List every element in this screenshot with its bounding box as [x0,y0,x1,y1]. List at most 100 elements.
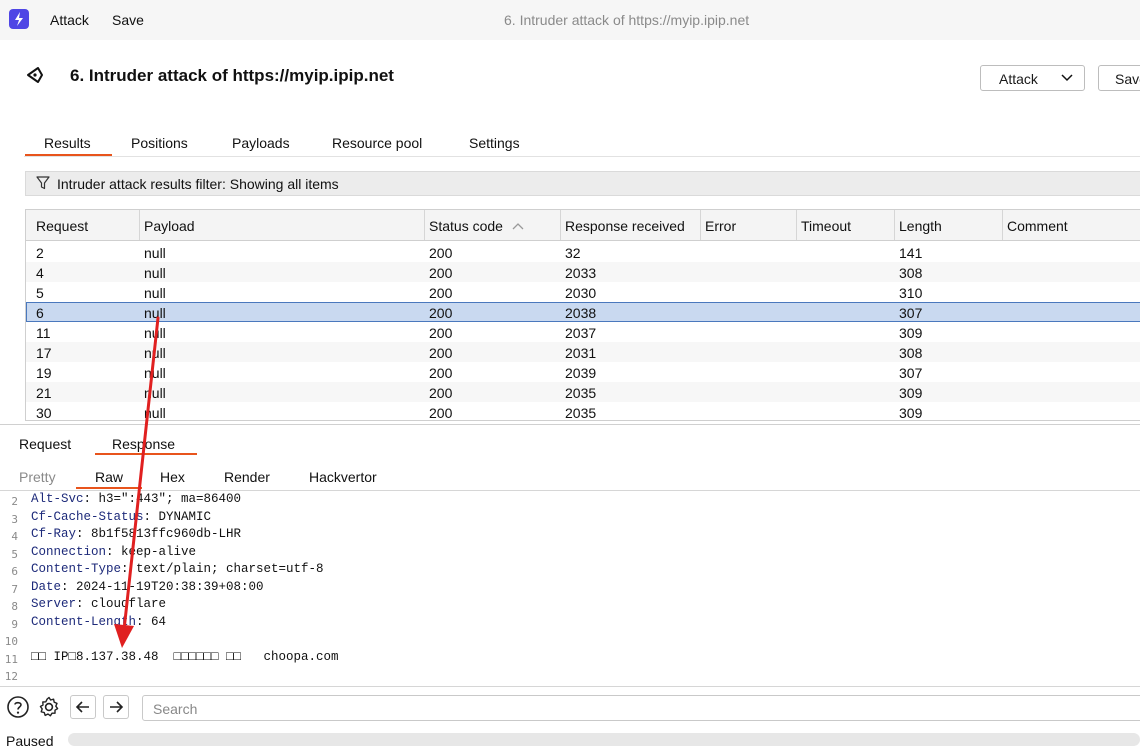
active-view-tab-indicator [76,487,142,489]
response-body-line: □□ IP□8.137.38.48 □□□□□□ □□ choopa.com [31,650,339,664]
pane-split-divider[interactable] [0,424,1140,425]
header-value: DYNAMIC [151,510,212,524]
menu-attack[interactable]: Attack [50,12,89,28]
cell-request: 21 [36,385,52,401]
tab-hackvertor[interactable]: Hackvertor [309,469,377,485]
column-request[interactable]: Request [36,218,88,234]
column-separator[interactable] [560,210,561,240]
tab-payloads[interactable]: Payloads [232,135,290,151]
table-row[interactable]: 21 null 200 2035 309 [26,382,1140,402]
line-number: 4 [11,530,18,543]
line-number: 11 [4,653,18,666]
cell-payload: null [144,405,166,421]
gear-icon[interactable] [37,695,61,719]
tab-positions[interactable]: Positions [131,135,188,151]
column-error[interactable]: Error [705,218,736,234]
line-number: 9 [11,618,18,631]
table-row[interactable]: 4 null 200 2033 308 [26,262,1140,282]
arrow-right-icon [110,701,124,713]
cell-response-received: 2031 [565,345,597,361]
results-table: Request Payload Status code Response rec… [25,209,1140,421]
column-separator[interactable] [796,210,797,240]
header-name: Cf-Ray [31,527,77,541]
column-response-received[interactable]: Response received [565,218,685,234]
column-payload[interactable]: Payload [144,218,195,234]
filter-text: Intruder attack results filter: Showing … [57,176,339,192]
table-row[interactable]: 30 null 200 2035 309 [26,402,1140,421]
raw-line: Content-Length: 64 [31,615,167,629]
cell-response-received: 2037 [565,325,597,341]
column-separator[interactable] [1002,210,1003,240]
column-separator[interactable] [700,210,701,240]
arrow-left-icon [75,701,89,713]
raw-response-editor[interactable]: 2 Alt-Svc: h3=":443"; ma=86400 3 Cf-Cach… [0,491,1140,685]
cell-status-code: 200 [429,405,453,421]
cell-status-code: 200 [429,265,453,281]
cell-payload: null [144,305,166,321]
cell-status-code: 200 [429,325,453,341]
cell-payload: null [144,365,166,381]
column-length[interactable]: Length [899,218,942,234]
tab-settings[interactable]: Settings [469,135,520,151]
menu-save[interactable]: Save [112,12,144,28]
header-name: Content-Length [31,615,137,629]
column-comment[interactable]: Comment [1007,218,1068,234]
header-value: 64 [143,615,167,629]
header-name: Cf-Cache-Status [31,510,144,524]
cell-response-received: 2030 [565,285,597,301]
burp-logo-icon [9,9,29,29]
raw-line: Alt-Svc: h3=":443"; ma=86400 [31,492,242,506]
tab-pretty[interactable]: Pretty [19,469,56,485]
tab-render[interactable]: Render [224,469,270,485]
help-icon[interactable] [6,695,30,719]
column-separator[interactable] [139,210,140,240]
header-value: h3=":443"; ma=86400 [91,492,242,506]
cell-request: 5 [36,285,44,301]
window-title: 6. Intruder attack of https://myip.ipip.… [504,12,750,28]
sort-ascending-icon [512,223,524,230]
tab-raw[interactable]: Raw [95,469,123,485]
search-input[interactable] [151,697,1135,721]
header-name: Date [31,580,62,594]
header-value: keep-alive [113,545,197,559]
cell-request: 11 [36,325,51,341]
table-row[interactable]: 17 null 200 2031 308 [26,342,1140,362]
table-row[interactable]: 5 null 200 2030 310 [26,282,1140,302]
table-row[interactable]: 19 null 200 2039 307 [26,362,1140,382]
tabs-divider [24,156,1140,157]
table-row[interactable]: 11 null 200 2037 309 [26,322,1140,342]
cell-payload: null [144,385,166,401]
tab-resource-pool[interactable]: Resource pool [332,135,422,151]
raw-line: Content-Type: text/plain; charset=utf-8 [31,562,324,576]
chevron-down-icon [1061,74,1073,82]
tab-hex[interactable]: Hex [160,469,185,485]
active-pane-tab-indicator [95,453,197,455]
column-separator[interactable] [894,210,895,240]
back-button[interactable] [70,695,96,719]
search-box[interactable] [142,695,1140,721]
cell-length: 307 [899,365,923,381]
cell-response-received: 32 [565,245,581,261]
cell-request: 19 [36,365,52,381]
table-row-selected[interactable]: 6 null 200 2038 307 [26,302,1140,322]
tab-response[interactable]: Response [112,436,175,452]
tab-request[interactable]: Request [19,436,71,452]
line-number: 8 [11,600,18,613]
table-row[interactable]: 2 null 200 32 141 [26,242,1140,262]
cell-length: 307 [899,305,923,321]
cell-length: 309 [899,385,923,401]
cell-request: 30 [36,405,52,421]
column-separator[interactable] [424,210,425,240]
tab-results[interactable]: Results [44,135,91,151]
attack-button[interactable]: Attack [980,65,1085,91]
filter-icon [36,176,50,190]
save-button[interactable]: Save [1098,65,1140,91]
column-status-code[interactable]: Status code [429,218,503,234]
table-header: Request Payload Status code Response rec… [26,210,1140,241]
forward-button[interactable] [103,695,129,719]
column-timeout[interactable]: Timeout [801,218,851,234]
line-number: 12 [4,670,18,683]
cell-length: 309 [899,405,923,421]
cell-response-received: 2035 [565,405,597,421]
cell-payload: null [144,245,166,261]
